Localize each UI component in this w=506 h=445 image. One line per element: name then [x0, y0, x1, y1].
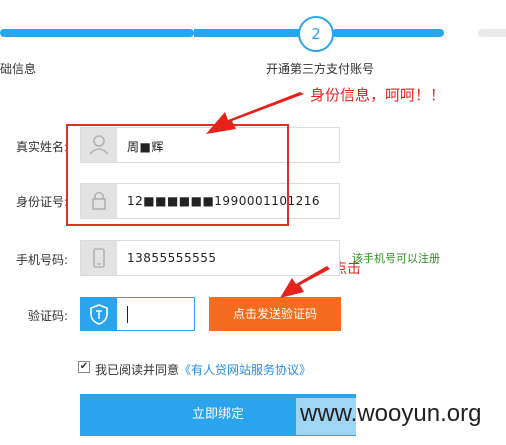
arrow-to-id-box: [206, 92, 304, 134]
annotation-arrows: [206, 92, 330, 298]
arrow-to-send-button: [280, 266, 330, 298]
